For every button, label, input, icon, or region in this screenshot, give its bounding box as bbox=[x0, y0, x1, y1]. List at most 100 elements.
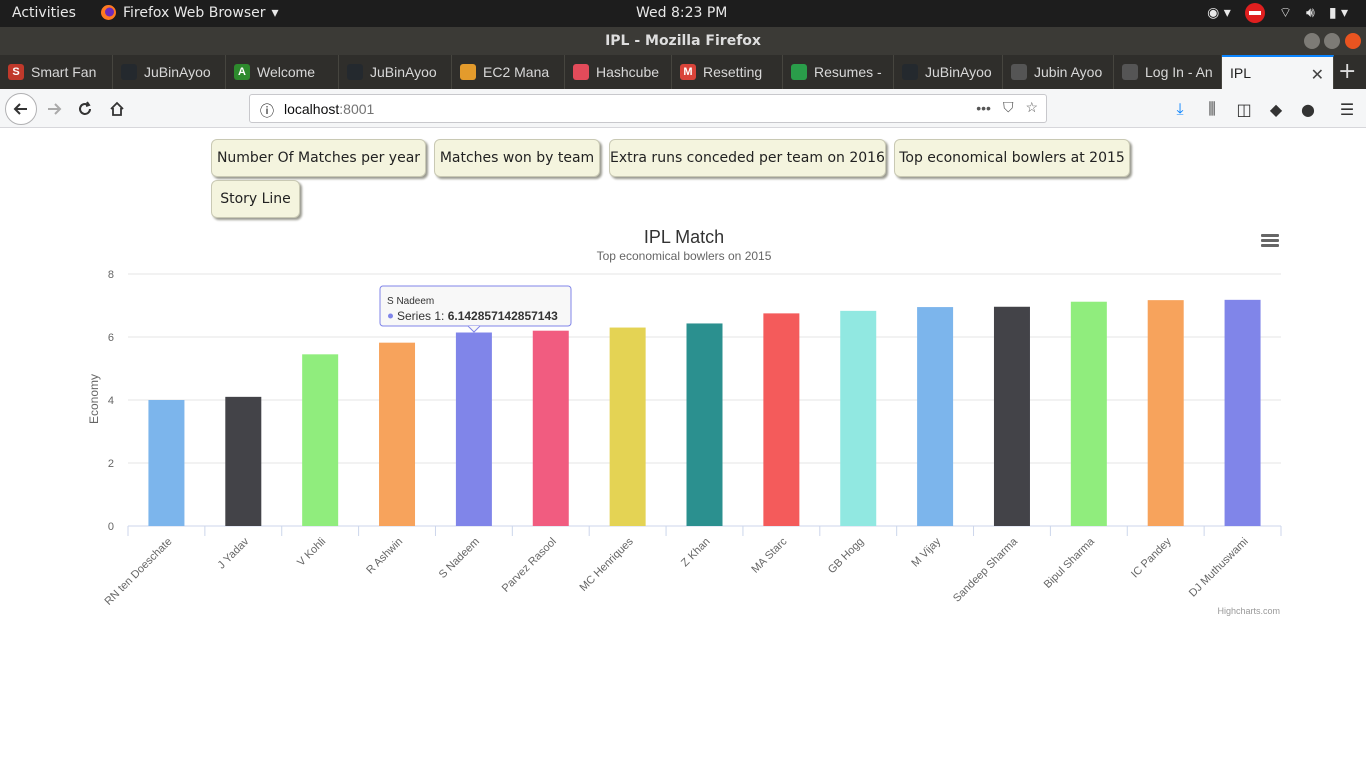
y-tick-label: 0 bbox=[108, 521, 114, 533]
bar[interactable] bbox=[302, 354, 339, 526]
url-port: :8001 bbox=[339, 101, 375, 117]
clock[interactable]: Wed 8:23 PM bbox=[636, 5, 727, 21]
matches-won-button[interactable]: Matches won by team bbox=[434, 139, 600, 177]
sidebar-icon[interactable]: ◫ bbox=[1230, 95, 1258, 123]
do-not-disturb-icon[interactable] bbox=[1244, 3, 1265, 23]
y-tick-label: 6 bbox=[108, 332, 114, 344]
tab[interactable]: JuBinAyoo bbox=[339, 55, 452, 89]
tab[interactable]: M Resetting bbox=[672, 55, 783, 89]
x-tick-label: M Vijay bbox=[909, 535, 943, 569]
bar[interactable] bbox=[532, 330, 569, 526]
tab-label: Resetting bbox=[703, 64, 763, 80]
navigation-toolbar: ⓘ localhost:8001 ••• ⛉ ☆ ⤓ ⫼ ◫ ◆ ● ☰ bbox=[0, 89, 1366, 128]
tab-favicon-icon bbox=[1011, 64, 1027, 80]
chart-subtitle: Top economical bowlers on 2015 bbox=[597, 249, 772, 263]
bar[interactable] bbox=[917, 307, 954, 526]
downloads-icon[interactable]: ⤓ bbox=[1166, 95, 1194, 123]
bar[interactable] bbox=[609, 327, 646, 526]
tab-label: JuBinAyoo bbox=[144, 64, 211, 80]
tab-label: IPL bbox=[1230, 65, 1252, 81]
extra-runs-button[interactable]: Extra runs conceded per team on 2016 bbox=[609, 139, 886, 177]
tab[interactable]: JuBinAyoo bbox=[113, 55, 226, 89]
tab[interactable]: JuBinAyoo bbox=[894, 55, 1003, 89]
bar[interactable] bbox=[1147, 300, 1184, 526]
maximize-button[interactable] bbox=[1324, 33, 1340, 49]
close-window-button[interactable] bbox=[1345, 33, 1361, 49]
tab-favicon-icon bbox=[902, 64, 918, 80]
bar-chart: IPL Match Top economical bowlers on 2015… bbox=[87, 227, 1282, 616]
tab-label: JuBinAyoo bbox=[370, 64, 437, 80]
chart-credits[interactable]: Highcharts.com bbox=[1217, 606, 1280, 616]
tab[interactable]: A Welcome bbox=[226, 55, 339, 89]
x-tick-label: V Kohli bbox=[295, 536, 328, 569]
tab-favicon-icon: A bbox=[234, 64, 250, 80]
tab[interactable]: IPL ✕ bbox=[1222, 55, 1334, 89]
bar[interactable] bbox=[1224, 299, 1261, 526]
app-menu-label: Firefox Web Browser bbox=[123, 4, 266, 21]
bar[interactable] bbox=[225, 396, 262, 526]
new-tab-button[interactable]: + bbox=[1338, 59, 1356, 84]
reload-icon bbox=[79, 101, 91, 115]
tooltip-series-name: Series 1: bbox=[397, 309, 444, 323]
bar[interactable] bbox=[1070, 301, 1107, 526]
tab[interactable]: Jubin Ayoo bbox=[1003, 55, 1114, 89]
window-title: IPL - Mozilla Firefox bbox=[605, 33, 761, 49]
menu-icon[interactable]: ☰ bbox=[1333, 95, 1361, 123]
system-tray[interactable]: ◉ ▾ ⌔ 🔊︎ ▮ ▾ bbox=[1207, 3, 1348, 23]
forward-button[interactable] bbox=[40, 95, 68, 123]
x-tick-label: RN ten Doeschate bbox=[103, 536, 175, 608]
x-tick-label: Bipul Sharma bbox=[1042, 535, 1098, 591]
x-tick-label: GB Hogg bbox=[826, 536, 866, 576]
back-button[interactable] bbox=[5, 93, 37, 125]
bar[interactable] bbox=[840, 310, 877, 526]
tab-favicon-icon bbox=[347, 64, 363, 80]
pocket-icon[interactable]: ⛉ bbox=[1003, 99, 1014, 116]
tab[interactable]: Hashcube bbox=[565, 55, 672, 89]
y-tick-label: 4 bbox=[108, 395, 114, 407]
economical-bowlers-button[interactable]: Top economical bowlers at 2015 bbox=[894, 139, 1130, 177]
bar[interactable] bbox=[686, 323, 723, 526]
tab[interactable]: EC2 Mana bbox=[452, 55, 565, 89]
x-tick-label: Parvez Rasool bbox=[500, 536, 559, 595]
x-tick-label: DJ Muthuswami bbox=[1187, 536, 1251, 600]
tooltip-series: Series 1: 6.142857142857143 bbox=[397, 309, 558, 323]
story-line-button[interactable]: Story Line bbox=[211, 180, 300, 218]
bar[interactable] bbox=[455, 332, 492, 527]
tab[interactable]: Resumes - bbox=[783, 55, 894, 89]
tab-favicon-icon bbox=[791, 64, 807, 80]
bar[interactable] bbox=[993, 306, 1030, 526]
bar[interactable] bbox=[379, 342, 416, 526]
bar[interactable] bbox=[763, 313, 800, 526]
page-actions-icon[interactable]: ••• bbox=[976, 100, 991, 116]
close-tab-icon[interactable]: ✕ bbox=[1311, 65, 1324, 85]
tab[interactable]: Log In - An bbox=[1114, 55, 1222, 89]
library-icon[interactable]: ⫼ bbox=[1198, 95, 1226, 123]
x-tick-label: S Nadeem bbox=[437, 536, 482, 581]
minimize-button[interactable] bbox=[1304, 33, 1320, 49]
reload-button[interactable] bbox=[71, 95, 99, 123]
arrow-left-icon bbox=[13, 103, 27, 115]
home-button[interactable] bbox=[103, 95, 131, 123]
x-tick-label: Sandeep Sharma bbox=[951, 535, 1021, 605]
activities-button[interactable]: Activities bbox=[12, 5, 76, 21]
tab-label: JuBinAyoo bbox=[925, 64, 992, 80]
extension-icon[interactable]: ◆ bbox=[1262, 95, 1290, 123]
home-icon bbox=[110, 101, 124, 116]
url-bar[interactable]: ⓘ localhost:8001 ••• ⛉ ☆ bbox=[249, 94, 1047, 123]
tab[interactable]: S Smart Fan bbox=[0, 55, 113, 89]
tab-label: Jubin Ayoo bbox=[1034, 64, 1103, 80]
chart-menu-icon[interactable] bbox=[1261, 234, 1279, 248]
info-icon[interactable]: ⓘ bbox=[260, 101, 274, 121]
tooltip-pointer bbox=[467, 325, 481, 333]
extension-2-icon[interactable]: ● bbox=[1294, 95, 1322, 123]
app-menu[interactable]: Firefox Web Browser ▾ bbox=[100, 4, 279, 21]
tooltip-value: 6.142857142857143 bbox=[448, 309, 558, 323]
matches-per-year-button[interactable]: Number Of Matches per year bbox=[211, 139, 426, 177]
accessibility-icon[interactable]: ◉ ▾ bbox=[1207, 5, 1231, 21]
x-tick-label: IC Pandey bbox=[1129, 535, 1174, 580]
chart-title: IPL Match bbox=[644, 227, 724, 247]
wifi-icon: ⌔ bbox=[1278, 5, 1292, 21]
bar[interactable] bbox=[148, 400, 185, 526]
bookmark-star-icon[interactable]: ☆ bbox=[1025, 99, 1038, 116]
y-tick-label: 8 bbox=[108, 269, 114, 281]
